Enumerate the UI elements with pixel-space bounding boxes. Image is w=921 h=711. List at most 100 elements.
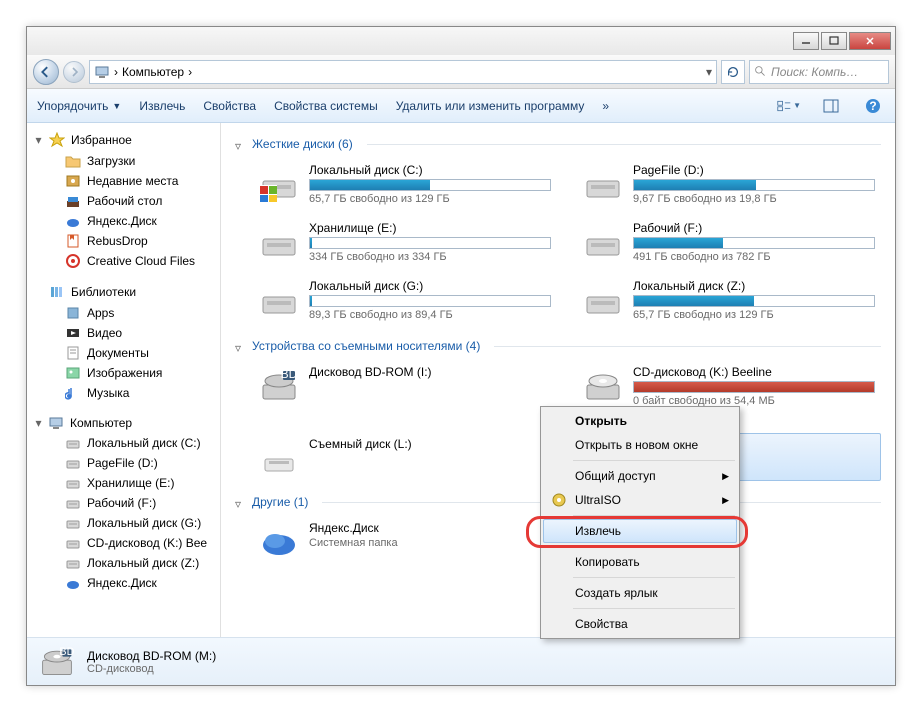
drive-item[interactable]: Локальный диск (G:)89,3 ГБ свободно из 8… — [253, 275, 557, 325]
dropdown-icon[interactable]: ▾ — [706, 65, 712, 79]
drive-item[interactable]: Локальный диск (C:)65,7 ГБ свободно из 1… — [253, 159, 557, 209]
refresh-button[interactable] — [721, 60, 745, 84]
sys-properties-button[interactable]: Свойства системы — [274, 99, 378, 113]
svg-text:BD: BD — [281, 367, 298, 381]
computer-heading[interactable]: ▾ Компьютер — [27, 413, 220, 433]
sidebar-item[interactable]: Недавние места — [27, 171, 220, 191]
sidebar-item[interactable]: Локальный диск (Z:) — [27, 553, 220, 573]
capacity-bar — [633, 237, 875, 249]
drive-icon — [65, 435, 81, 451]
hdd-icon — [259, 163, 299, 203]
toolbar: Упорядочить ▼ Извлечь Свойства Свойства … — [27, 89, 895, 123]
drive-item[interactable]: PageFile (D:)9,67 ГБ свободно из 19,8 ГБ — [577, 159, 881, 209]
menu-separator — [573, 460, 735, 461]
capacity-bar — [309, 237, 551, 249]
sidebar-item[interactable]: Рабочий стол — [27, 191, 220, 211]
context-menu-item[interactable]: Создать ярлык — [543, 581, 737, 605]
minimize-button[interactable] — [793, 32, 819, 50]
sidebar-item[interactable]: Apps — [27, 303, 220, 323]
item-icon — [65, 213, 81, 229]
context-menu-item[interactable]: Открыть — [543, 409, 737, 433]
properties-button[interactable]: Свойства — [203, 99, 256, 113]
capacity-bar — [309, 179, 551, 191]
bd-drive-icon: BD — [39, 644, 75, 680]
drive-icon — [65, 575, 81, 591]
expander-icon[interactable]: ▿ — [235, 139, 246, 150]
breadcrumb[interactable]: › Компьютер › ▾ — [89, 60, 717, 84]
sidebar-item[interactable]: Рабочий (F:) — [27, 493, 220, 513]
details-pane: BD Дисковод BD-ROM (M:) CD-дисковод — [27, 637, 895, 685]
view-options-button[interactable]: ▼ — [777, 94, 801, 118]
drive-item[interactable]: BDДисковод BD-ROM (I:) — [253, 361, 557, 425]
computer-icon — [48, 415, 64, 431]
star-icon — [49, 132, 65, 148]
sidebar-item[interactable]: Изображения — [27, 363, 220, 383]
computer-icon — [94, 64, 110, 80]
details-title: Дисковод BD-ROM (M:) — [87, 649, 216, 663]
sidebar-item[interactable]: Яндекс.Диск — [27, 211, 220, 231]
titlebar — [27, 27, 895, 55]
sidebar-item[interactable]: RebusDrop — [27, 231, 220, 251]
favorites-heading[interactable]: ▾ Избранное — [27, 129, 220, 151]
context-menu-item[interactable]: Копировать — [543, 550, 737, 574]
sidebar: ▾ Избранное ЗагрузкиНедавние местаРабочи… — [27, 123, 221, 637]
capacity-bar — [633, 381, 875, 393]
sidebar-item[interactable]: Документы — [27, 343, 220, 363]
item-icon — [65, 253, 81, 269]
hard-drives-heading[interactable]: ▿ Жесткие диски (6) — [235, 137, 881, 151]
sidebar-item[interactable]: Загрузки — [27, 151, 220, 171]
item-icon — [65, 385, 81, 401]
forward-button[interactable] — [63, 61, 85, 83]
organize-button[interactable]: Упорядочить ▼ — [37, 99, 121, 113]
preview-pane-button[interactable] — [819, 94, 843, 118]
search-input[interactable]: Поиск: Компь… — [749, 60, 889, 84]
capacity-bar — [309, 295, 551, 307]
context-menu-item[interactable]: ▶Общий доступ — [543, 464, 737, 488]
sidebar-item[interactable]: Локальный диск (C:) — [27, 433, 220, 453]
expander-icon[interactable]: ▿ — [235, 497, 246, 508]
drive-item[interactable]: Рабочий (F:)491 ГБ свободно из 782 ГБ — [577, 217, 881, 267]
item-icon — [65, 233, 81, 249]
expander-icon[interactable]: ▿ — [235, 341, 246, 352]
menu-separator — [573, 515, 735, 516]
breadcrumb-sep: › — [114, 65, 118, 79]
drive-item[interactable]: Локальный диск (Z:)65,7 ГБ свободно из 1… — [577, 275, 881, 325]
hdd-icon — [259, 279, 299, 319]
drive-item[interactable]: Хранилище (E:)334 ГБ свободно из 334 ГБ — [253, 217, 557, 267]
maximize-button[interactable] — [821, 32, 847, 50]
expander-icon[interactable]: ▾ — [33, 418, 44, 429]
sidebar-item[interactable]: Музыка — [27, 383, 220, 403]
item-icon — [65, 153, 81, 169]
back-button[interactable] — [33, 59, 59, 85]
sidebar-item[interactable]: CD-дисковод (K:) Bee — [27, 533, 220, 553]
sidebar-item[interactable]: PageFile (D:) — [27, 453, 220, 473]
context-menu-item[interactable]: Извлечь — [543, 519, 737, 543]
sidebar-item[interactable]: Creative Cloud Files — [27, 251, 220, 271]
uninstall-button[interactable]: Удалить или изменить программу — [396, 99, 585, 113]
context-menu-item[interactable]: ▶UltraISO — [543, 488, 737, 512]
sidebar-item[interactable]: Видео — [27, 323, 220, 343]
ultraiso-icon — [551, 492, 567, 508]
hdd-icon — [583, 279, 623, 319]
drive-item[interactable]: Яндекс.ДискСистемная папка — [253, 517, 557, 565]
removable-heading[interactable]: ▿ Устройства со съемными носителями (4) — [235, 339, 881, 353]
breadcrumb-sep: › — [188, 65, 192, 79]
details-subtitle: CD-дисковод — [87, 663, 216, 675]
breadcrumb-label[interactable]: Компьютер — [122, 65, 184, 79]
svg-text:BD: BD — [59, 645, 74, 657]
context-menu-item[interactable]: Свойства — [543, 612, 737, 636]
context-menu-item[interactable]: Открыть в новом окне — [543, 433, 737, 457]
menu-separator — [573, 608, 735, 609]
expander-icon[interactable]: ▾ — [33, 135, 44, 146]
more-button[interactable]: » — [602, 99, 609, 113]
drive-icon — [65, 535, 81, 551]
sidebar-item[interactable]: Яндекс.Диск — [27, 573, 220, 593]
help-button[interactable]: ? — [861, 94, 885, 118]
drive-icon — [65, 515, 81, 531]
eject-button[interactable]: Извлечь — [139, 99, 185, 113]
close-button[interactable] — [849, 32, 891, 50]
libraries-heading[interactable]: Библиотеки — [27, 281, 220, 303]
sidebar-item[interactable]: Хранилище (E:) — [27, 473, 220, 493]
sidebar-item[interactable]: Локальный диск (G:) — [27, 513, 220, 533]
drive-item[interactable]: Съемный диск (L:) — [253, 433, 557, 481]
